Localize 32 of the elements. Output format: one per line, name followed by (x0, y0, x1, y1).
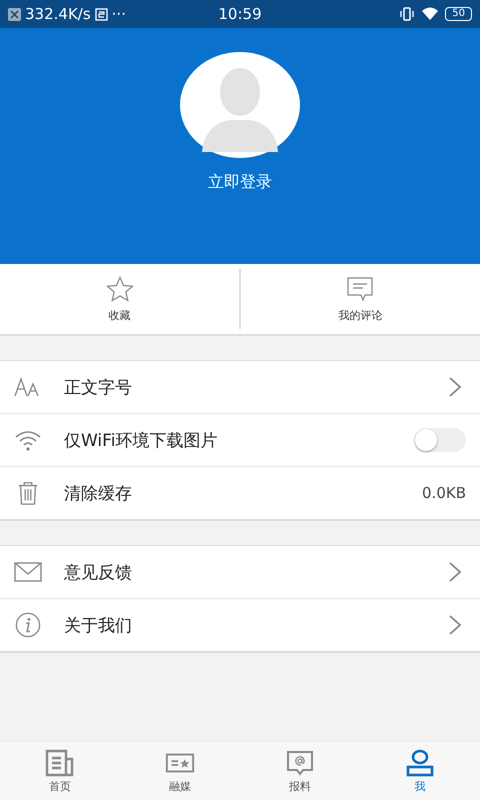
settings-item[interactable]: 正文字号 (64, 376, 448, 398)
at-message-icon (285, 748, 315, 776)
shortcut-label[interactable]: 我的评论 (338, 308, 382, 322)
tab-bar-item[interactable]: 报料 (240, 742, 360, 800)
app-notification-icon (94, 8, 108, 20)
comment-icon[interactable] (346, 276, 374, 302)
avatar-placeholder-icon (180, 52, 300, 158)
wifi-signal-icon (421, 7, 440, 21)
battery-level: 50 (445, 7, 472, 21)
login-link[interactable]: 立即登录 (208, 172, 272, 193)
settings-item[interactable]: 关于我们 (64, 614, 448, 636)
settings-item[interactable]: 清除缓存 (64, 482, 422, 504)
shortcut-label[interactable]: 收藏 (108, 308, 131, 322)
more-notifications: ··· (112, 5, 126, 23)
settings-item[interactable]: 意见反馈 (64, 560, 448, 584)
settings-item[interactable]: 仅WiFi环境下载图片 (64, 428, 414, 452)
tab-bar-item[interactable]: 首页 (0, 742, 120, 800)
cache-size: 0.0KB (422, 484, 466, 502)
info-icon (14, 612, 42, 638)
toggle-switch[interactable] (414, 428, 466, 452)
chevron-right-icon[interactable] (448, 614, 462, 636)
notification-icon (8, 8, 21, 20)
vibrate-icon (399, 7, 416, 21)
star-icon[interactable] (106, 276, 134, 302)
network-speed: 332.4K/s (25, 5, 91, 23)
tab-bar-item[interactable]: 我 (360, 742, 480, 800)
tab-bar-item[interactable]: 融媒 (120, 742, 240, 800)
chevron-right-icon[interactable] (448, 561, 462, 583)
person-icon (405, 748, 435, 776)
chevron-right-icon[interactable] (448, 376, 462, 398)
status-time: 10:59 (218, 5, 262, 23)
newspaper-icon (45, 748, 75, 776)
